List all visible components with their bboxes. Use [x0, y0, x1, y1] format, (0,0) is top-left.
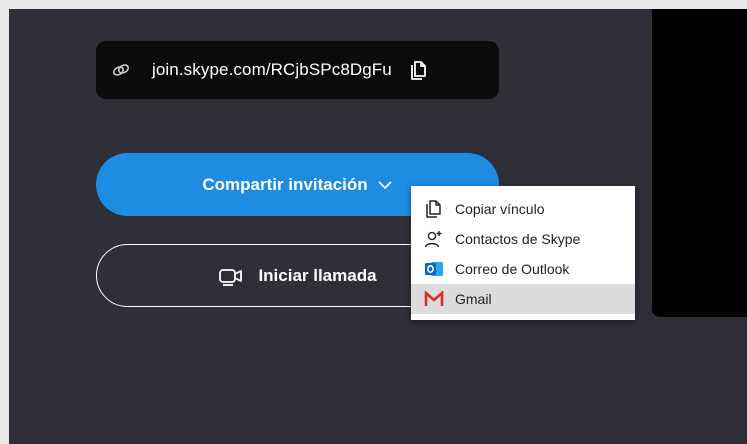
- video-camera-icon: [218, 265, 244, 287]
- menu-item-label: Gmail: [455, 291, 492, 307]
- video-preview: [652, 9, 747, 317]
- copy-icon: [423, 198, 445, 220]
- menu-item-outlook[interactable]: Correo de Outlook: [411, 254, 635, 284]
- gmail-icon: [423, 288, 445, 310]
- chevron-down-icon: [377, 180, 393, 190]
- share-dropdown-menu: Copiar vínculo Contactos de Skype Correo…: [411, 186, 635, 320]
- meeting-link-text[interactable]: join.skype.com/RCjbSPc8DgFu: [152, 60, 392, 80]
- link-icon: [110, 59, 132, 81]
- share-invitation-label: Compartir invitación: [202, 174, 368, 194]
- menu-item-gmail[interactable]: Gmail: [411, 284, 635, 314]
- meeting-link-box: join.skype.com/RCjbSPc8DgFu: [96, 41, 499, 99]
- meeting-panel: join.skype.com/RCjbSPc8DgFu Compartir in…: [9, 9, 747, 444]
- menu-item-copy-link[interactable]: Copiar vínculo: [411, 194, 635, 224]
- outlook-icon: [423, 258, 445, 280]
- menu-item-label: Copiar vínculo: [455, 201, 545, 217]
- copy-link-icon[interactable]: [406, 57, 432, 83]
- start-call-label: Iniciar llamada: [258, 265, 377, 285]
- menu-item-label: Correo de Outlook: [455, 261, 570, 277]
- menu-item-skype-contacts[interactable]: Contactos de Skype: [411, 224, 635, 254]
- add-contact-icon: [423, 228, 445, 250]
- menu-item-label: Contactos de Skype: [455, 231, 581, 247]
